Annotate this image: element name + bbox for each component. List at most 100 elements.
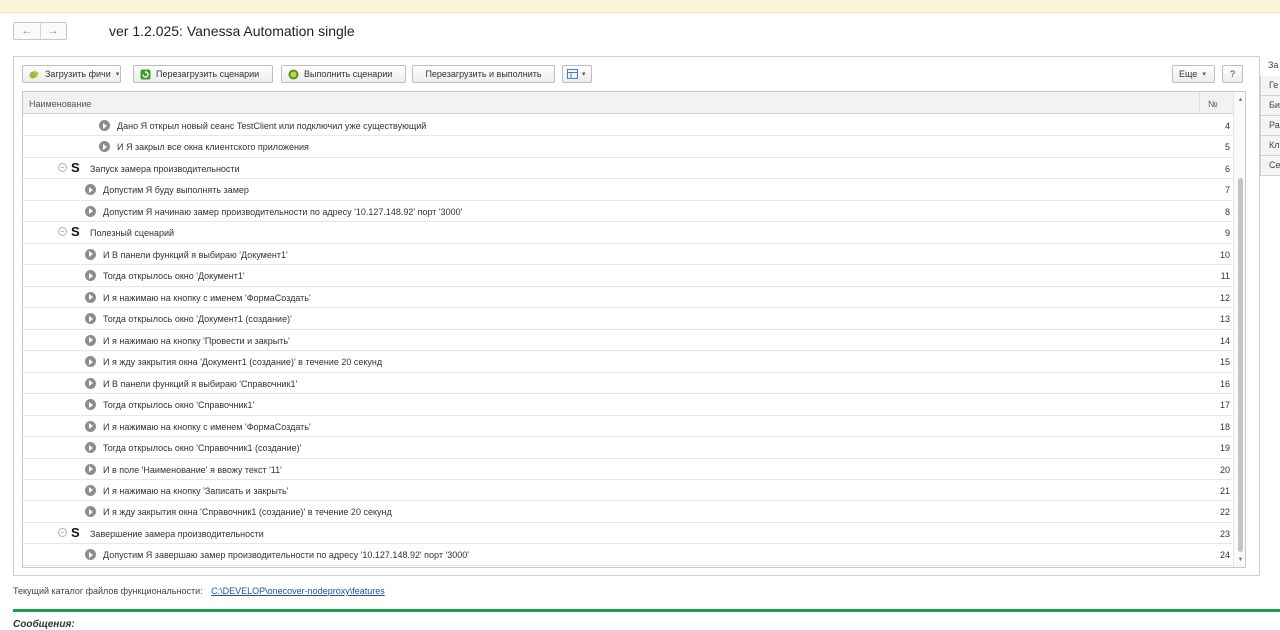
row-text: И В панели функций я выбираю 'Документ1' — [103, 249, 288, 260]
run-icon — [288, 69, 299, 80]
scenario-tree-grid[interactable]: Наименование № Дано Я открыл новый сеанс… — [22, 91, 1246, 568]
step-icon — [85, 399, 96, 411]
row-number: 22 — [1219, 507, 1230, 518]
table-row[interactable]: Тогда открылось окно 'Документ1' 11 — [23, 265, 1233, 287]
row-text: Дано Я открыл новый сеанс TestClient или… — [117, 121, 427, 131]
reload-and-run-label: Перезагрузить и выполнить — [425, 69, 542, 79]
more-button[interactable]: Еще ▾ — [1172, 65, 1215, 83]
step-icon — [85, 334, 96, 346]
collapse-toggle-icon[interactable]: − — [58, 527, 67, 537]
row-number: 10 — [1219, 249, 1230, 260]
table-row[interactable]: И я нажимаю на кнопку с именем 'ФормаСоз… — [23, 287, 1233, 309]
row-number: 17 — [1219, 400, 1230, 411]
chevron-down-icon: ▾ — [115, 71, 120, 78]
help-button[interactable]: ? — [1222, 65, 1243, 83]
row-text: Запуск замера производительности — [90, 163, 240, 174]
row-text: И я жду закрытия окна 'Справочник1 (созд… — [103, 507, 392, 518]
table-row[interactable]: Тогда открылось окно 'Справочник1 (созда… — [23, 437, 1233, 459]
scroll-up-icon[interactable]: ▲ — [1234, 97, 1245, 103]
help-label: ? — [1229, 69, 1235, 79]
side-tab-3[interactable]: Ра — [1260, 116, 1280, 136]
vertical-scrollbar[interactable]: ▲ ▼ — [1233, 92, 1245, 567]
row-text: И я нажимаю на кнопку с именем 'ФормаСоз… — [103, 421, 311, 432]
table-icon — [567, 69, 578, 80]
row-text: Тогда открылось окно 'Документ1' — [103, 271, 245, 282]
side-tabs: За Ге Би Ра Кл Се — [1260, 56, 1280, 176]
grid-rows: Дано Я открыл новый сеанс TestClient или… — [23, 115, 1233, 566]
collapse-toggle-icon[interactable]: − — [58, 162, 67, 172]
row-text: И В панели функций я выбираю 'Справочник… — [103, 378, 298, 389]
side-tab-5[interactable]: Се — [1260, 156, 1280, 176]
step-icon — [85, 442, 96, 454]
view-settings-button[interactable]: ▾ — [562, 65, 592, 83]
step-icon — [85, 205, 96, 217]
reload-and-run-button[interactable]: Перезагрузить и выполнить — [412, 65, 555, 83]
row-text: Допустим Я буду выполнять замер — [103, 185, 249, 196]
table-row[interactable]: − S Запуск замера производительности 6 — [23, 158, 1233, 180]
column-header-name[interactable]: Наименование — [29, 99, 91, 109]
side-tab-4[interactable]: Кл — [1260, 136, 1280, 156]
table-row[interactable]: И в поле 'Наименование' я ввожу текст '1… — [23, 459, 1233, 480]
row-number: 24 — [1219, 550, 1230, 561]
row-number: 23 — [1219, 528, 1230, 539]
step-icon — [85, 313, 96, 325]
row-text: Допустим Я завершаю замер производительн… — [103, 550, 469, 561]
table-row[interactable]: И я жду закрытия окна 'Справочник1 (созд… — [23, 501, 1233, 523]
step-icon — [85, 506, 96, 518]
load-features-icon — [29, 69, 40, 80]
step-icon — [85, 377, 96, 389]
navigation-buttons: ← → — [13, 22, 67, 40]
row-number: 18 — [1219, 421, 1230, 432]
reload-scenarios-label: Перезагрузить сценарии — [156, 69, 260, 79]
row-number: 13 — [1219, 314, 1230, 325]
row-text: И в поле 'Наименование' я ввожу текст '1… — [103, 464, 282, 475]
table-row[interactable]: И я жду закрытия окна 'Документ1 (создан… — [23, 351, 1233, 373]
row-text: Тогда открылось окно 'Справочник1 (созда… — [103, 443, 302, 454]
reload-scenarios-button[interactable]: Перезагрузить сценарии — [133, 65, 273, 83]
table-row[interactable]: И В панели функций я выбираю 'Документ1'… — [23, 244, 1233, 266]
table-row[interactable]: И я нажимаю на кнопку с именем 'ФормаСоз… — [23, 416, 1233, 438]
side-tab-2[interactable]: Би — [1260, 96, 1280, 116]
step-icon — [85, 291, 96, 303]
step-icon — [85, 356, 96, 368]
row-number: 21 — [1219, 485, 1230, 496]
column-header-number[interactable]: № — [1199, 92, 1229, 114]
table-row[interactable]: Тогда открылось окно 'Документ1 (создани… — [23, 308, 1233, 330]
row-number: 16 — [1219, 378, 1230, 389]
table-row[interactable]: И Я закрыл все окна клиентского приложен… — [23, 136, 1233, 158]
step-icon — [99, 120, 110, 131]
window-title: ver 1.2.025: Vanessa Automation single — [109, 23, 355, 39]
load-features-button[interactable]: Загрузить фичи ▾ — [22, 65, 121, 83]
table-row[interactable]: Дано Я открыл новый сеанс TestClient или… — [23, 115, 1233, 137]
row-text: Допустим Я начинаю замер производительно… — [103, 206, 463, 217]
run-scenarios-button[interactable]: Выполнить сценарии — [281, 65, 406, 83]
scenario-icon: S — [71, 159, 80, 175]
back-arrow-icon[interactable]: ← — [14, 23, 40, 39]
table-row[interactable]: И В панели функций я выбираю 'Справочник… — [23, 373, 1233, 395]
forward-arrow-icon[interactable]: → — [39, 23, 67, 39]
row-number: 12 — [1219, 292, 1230, 303]
divider-bar — [13, 609, 1280, 612]
scrollbar-thumb[interactable] — [1238, 178, 1243, 552]
reload-icon — [140, 69, 151, 80]
features-directory-label: Текущий каталог файлов функциональности: — [13, 586, 203, 596]
row-text: И я жду закрытия окна 'Документ1 (создан… — [103, 357, 383, 368]
table-row[interactable]: И я нажимаю на кнопку 'Провести и закрыт… — [23, 330, 1233, 352]
side-tab-1[interactable]: Ге — [1260, 76, 1280, 96]
step-icon — [85, 270, 96, 282]
features-directory-link[interactable]: C:\DEVELOP\onecover-nodeproxy\features — [211, 586, 385, 596]
table-row[interactable]: Допустим Я начинаю замер производительно… — [23, 201, 1233, 223]
collapse-toggle-icon[interactable]: − — [58, 227, 67, 237]
table-row[interactable]: И я нажимаю на кнопку 'Записать и закрыт… — [23, 480, 1233, 502]
row-number: 19 — [1219, 443, 1230, 454]
table-row[interactable]: − S Завершение замера производительности 23 — [23, 523, 1233, 545]
row-number: 7 — [1224, 185, 1230, 196]
scenario-icon: S — [71, 224, 80, 240]
scroll-down-icon[interactable]: ▼ — [1234, 557, 1245, 563]
side-tab-0[interactable]: За — [1260, 56, 1280, 76]
table-row[interactable]: Тогда открылось окно 'Справочник1' 17 — [23, 394, 1233, 416]
scenario-icon: S — [71, 524, 80, 540]
table-row[interactable]: − S Полезный сценарий 9 — [23, 222, 1233, 244]
table-row[interactable]: Допустим Я буду выполнять замер 7 — [23, 179, 1233, 201]
table-row[interactable]: Допустим Я завершаю замер производительн… — [23, 544, 1233, 566]
